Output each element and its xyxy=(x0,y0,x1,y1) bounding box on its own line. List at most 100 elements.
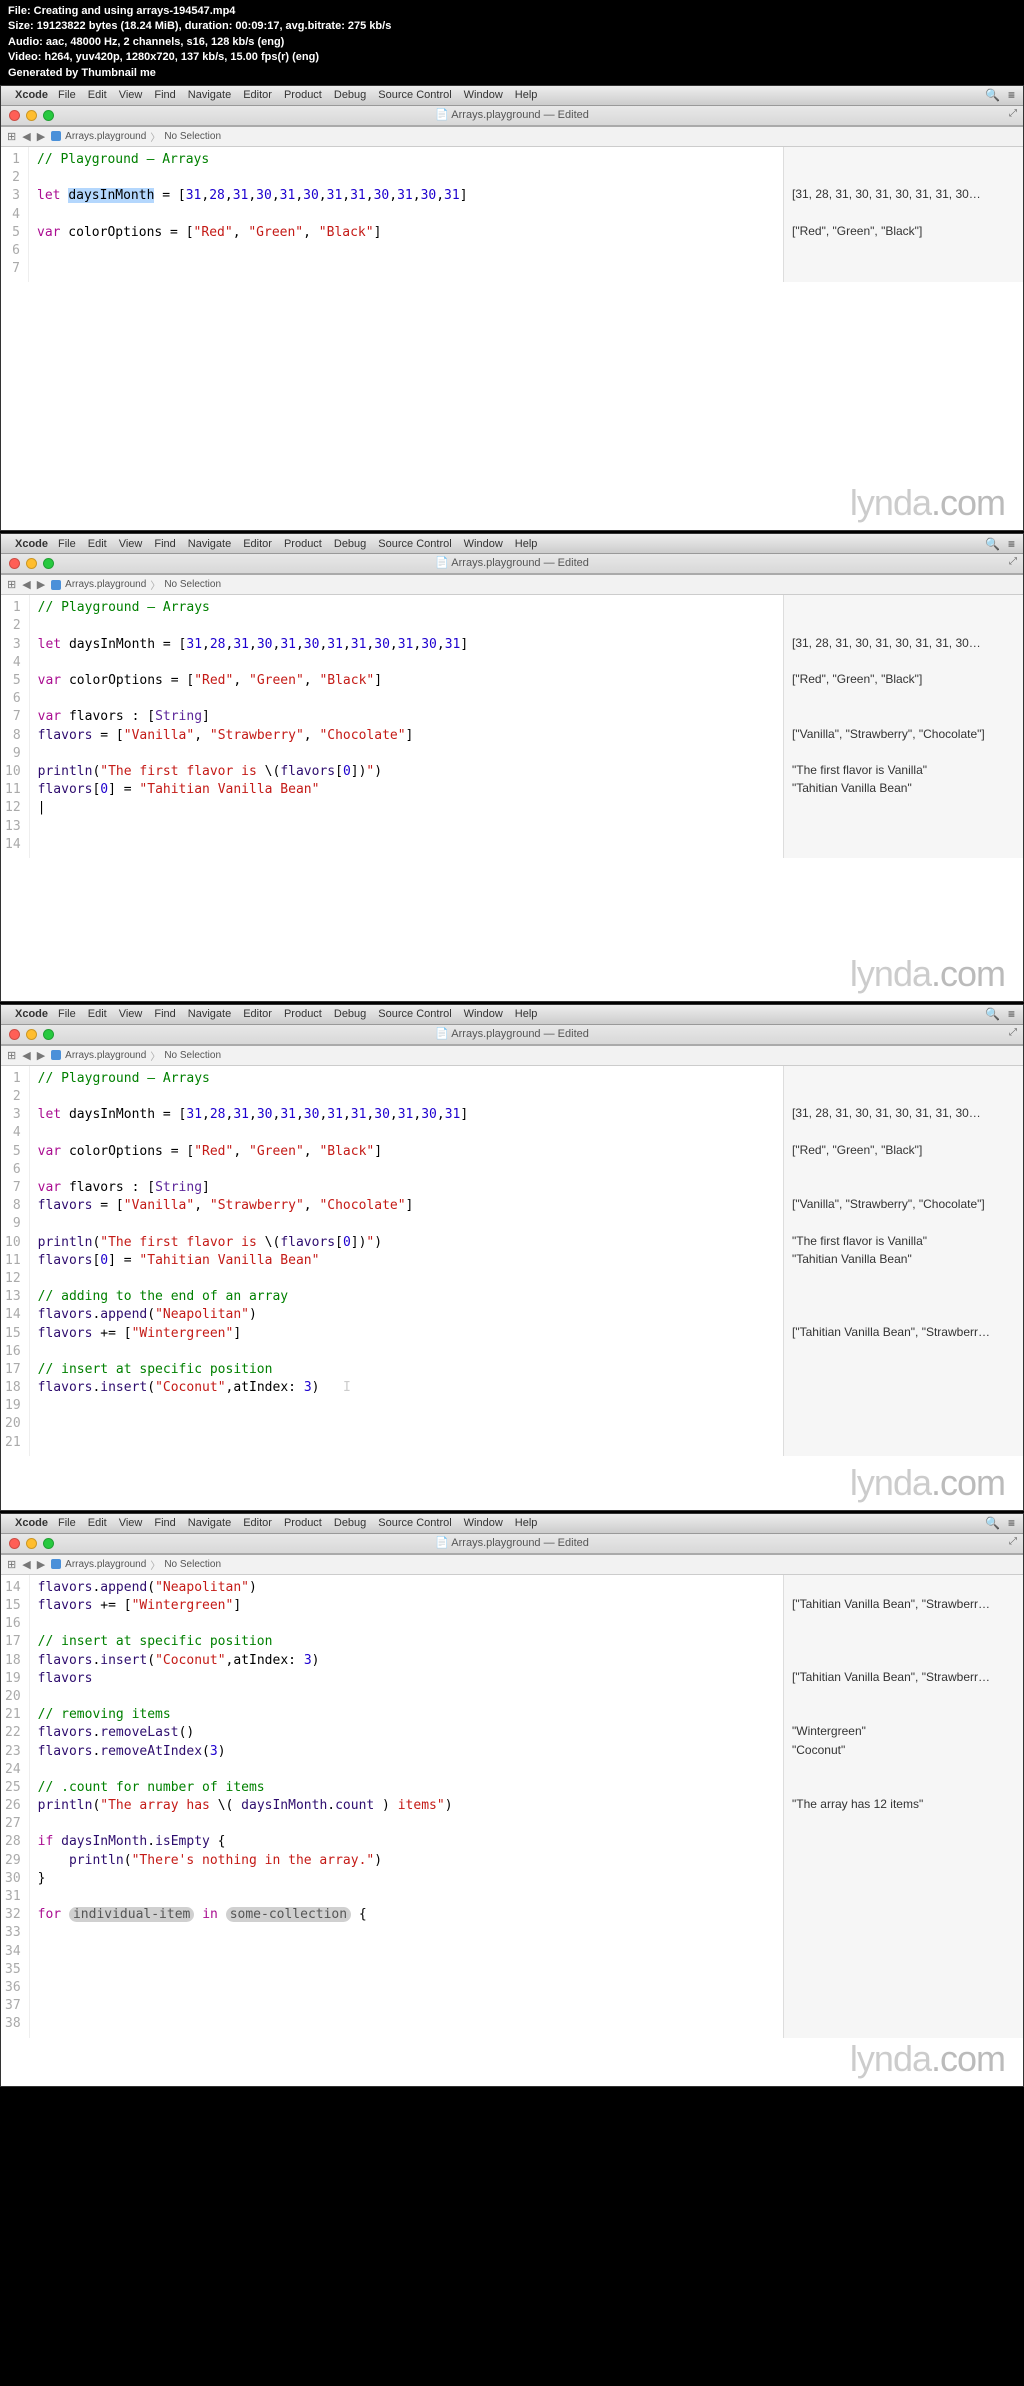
breadcrumb[interactable]: Arrays.playground 〉 No Selection xyxy=(51,1557,221,1572)
menu-edit[interactable]: Edit xyxy=(88,1008,107,1020)
menu-product[interactable]: Product xyxy=(284,89,322,101)
code-line[interactable]: flavors += ["Wintergreen"] xyxy=(38,1325,775,1343)
forward-button[interactable]: ▶ xyxy=(37,1049,45,1062)
menu-edit[interactable]: Edit xyxy=(88,1517,107,1529)
code-line[interactable]: | xyxy=(38,799,775,817)
menu-source-control[interactable]: Source Control xyxy=(378,89,451,101)
menu-extras-icon[interactable]: ≡ xyxy=(1008,537,1015,551)
back-button[interactable]: ◀ xyxy=(22,1049,30,1062)
menu-product[interactable]: Product xyxy=(284,1008,322,1020)
menu-editor[interactable]: Editor xyxy=(243,89,272,101)
menu-extras-icon[interactable]: ≡ xyxy=(1008,1007,1015,1021)
menu-debug[interactable]: Debug xyxy=(334,1517,366,1529)
code-line[interactable]: flavors.insert("Coconut",atIndex: 3) xyxy=(38,1652,775,1670)
menu-source-control[interactable]: Source Control xyxy=(378,538,451,550)
minimize-button[interactable] xyxy=(26,1538,37,1549)
menu-view[interactable]: View xyxy=(119,1008,143,1020)
code-line[interactable]: // Playground – Arrays xyxy=(38,599,775,617)
code-line[interactable] xyxy=(38,1997,775,2015)
menu-help[interactable]: Help xyxy=(515,1517,538,1529)
code-line[interactable]: var colorOptions = ["Red", "Green", "Bla… xyxy=(37,224,775,242)
back-button[interactable]: ◀ xyxy=(22,1558,30,1571)
code-content[interactable]: // Playground – Arrays let daysInMonth =… xyxy=(29,147,783,282)
menu-navigate[interactable]: Navigate xyxy=(188,538,231,550)
forward-button[interactable]: ▶ xyxy=(37,130,45,143)
grid-icon[interactable]: ⊞ xyxy=(7,1049,16,1062)
close-button[interactable] xyxy=(9,1538,20,1549)
menu-debug[interactable]: Debug xyxy=(334,1008,366,1020)
spotlight-icon[interactable]: 🔍 xyxy=(985,1516,1000,1530)
back-button[interactable]: ◀ xyxy=(22,578,30,591)
menu-window[interactable]: Window xyxy=(464,1008,503,1020)
menu-window[interactable]: Window xyxy=(464,1517,503,1529)
code-line[interactable]: // Playground – Arrays xyxy=(38,1070,775,1088)
forward-button[interactable]: ▶ xyxy=(37,578,45,591)
menu-file[interactable]: File xyxy=(58,1517,76,1529)
menu-extras-icon[interactable]: ≡ xyxy=(1008,88,1015,102)
code-line[interactable]: // .count for number of items xyxy=(38,1779,775,1797)
code-line[interactable] xyxy=(38,617,775,635)
code-line[interactable]: flavors[0] = "Tahitian Vanilla Bean" xyxy=(38,1252,775,1270)
breadcrumb[interactable]: Arrays.playground 〉 No Selection xyxy=(51,1048,221,1063)
code-line[interactable] xyxy=(38,1124,775,1142)
menu-navigate[interactable]: Navigate xyxy=(188,89,231,101)
app-name[interactable]: Xcode xyxy=(15,538,48,550)
code-line[interactable]: var flavors : [String] xyxy=(38,1179,775,1197)
code-line[interactable]: flavors = ["Vanilla", "Strawberry", "Cho… xyxy=(38,727,775,745)
menu-debug[interactable]: Debug xyxy=(334,538,366,550)
code-line[interactable] xyxy=(38,745,775,763)
code-line[interactable]: // Playground – Arrays xyxy=(37,151,775,169)
code-line[interactable] xyxy=(38,1688,775,1706)
code-content[interactable]: // Playground – Arrays let daysInMonth =… xyxy=(30,1066,783,1456)
code-line[interactable]: flavors[0] = "Tahitian Vanilla Bean" xyxy=(38,781,775,799)
menu-help[interactable]: Help xyxy=(515,89,538,101)
code-line[interactable]: var flavors : [String] xyxy=(38,708,775,726)
menu-view[interactable]: View xyxy=(119,1517,143,1529)
menu-debug[interactable]: Debug xyxy=(334,89,366,101)
code-line[interactable] xyxy=(37,206,775,224)
code-line[interactable] xyxy=(38,1815,775,1833)
code-line[interactable] xyxy=(37,169,775,187)
code-line[interactable]: flavors.removeAtIndex(3) xyxy=(38,1743,775,1761)
code-line[interactable]: // removing items xyxy=(38,1706,775,1724)
grid-icon[interactable]: ⊞ xyxy=(7,1558,16,1571)
code-line[interactable]: flavors xyxy=(38,1670,775,1688)
code-line[interactable] xyxy=(38,1615,775,1633)
spotlight-icon[interactable]: 🔍 xyxy=(985,537,1000,551)
menu-editor[interactable]: Editor xyxy=(243,1008,272,1020)
code-line[interactable] xyxy=(38,654,775,672)
code-line[interactable] xyxy=(38,1434,775,1452)
zoom-button[interactable] xyxy=(43,1029,54,1040)
code-line[interactable]: } xyxy=(38,1870,775,1888)
code-line[interactable] xyxy=(38,1415,775,1433)
menu-file[interactable]: File xyxy=(58,89,76,101)
code-line[interactable] xyxy=(37,260,775,278)
menu-product[interactable]: Product xyxy=(284,1517,322,1529)
menu-product[interactable]: Product xyxy=(284,538,322,550)
code-line[interactable]: var colorOptions = ["Red", "Green", "Bla… xyxy=(38,672,775,690)
menu-editor[interactable]: Editor xyxy=(243,1517,272,1529)
menu-find[interactable]: Find xyxy=(154,1008,175,1020)
grid-icon[interactable]: ⊞ xyxy=(7,130,16,143)
zoom-button[interactable] xyxy=(43,110,54,121)
zoom-button[interactable] xyxy=(43,558,54,569)
menu-source-control[interactable]: Source Control xyxy=(378,1517,451,1529)
close-button[interactable] xyxy=(9,558,20,569)
expand-icon[interactable]: ⤢ xyxy=(1009,1027,1017,1038)
menu-find[interactable]: Find xyxy=(154,538,175,550)
menu-navigate[interactable]: Navigate xyxy=(188,1008,231,1020)
code-line[interactable] xyxy=(38,1979,775,1997)
code-line[interactable] xyxy=(38,1215,775,1233)
app-name[interactable]: Xcode xyxy=(15,89,48,101)
code-line[interactable]: if daysInMonth.isEmpty { xyxy=(38,1833,775,1851)
code-line[interactable] xyxy=(38,818,775,836)
code-line[interactable] xyxy=(38,690,775,708)
code-line[interactable] xyxy=(38,1343,775,1361)
code-line[interactable]: var colorOptions = ["Red", "Green", "Bla… xyxy=(38,1143,775,1161)
code-line[interactable]: for individual-item in some-collection { xyxy=(38,1906,775,1924)
code-line[interactable]: flavors.append("Neapolitan") xyxy=(38,1306,775,1324)
code-line[interactable] xyxy=(38,1397,775,1415)
code-line[interactable] xyxy=(38,836,775,854)
menu-navigate[interactable]: Navigate xyxy=(188,1517,231,1529)
menu-find[interactable]: Find xyxy=(154,89,175,101)
